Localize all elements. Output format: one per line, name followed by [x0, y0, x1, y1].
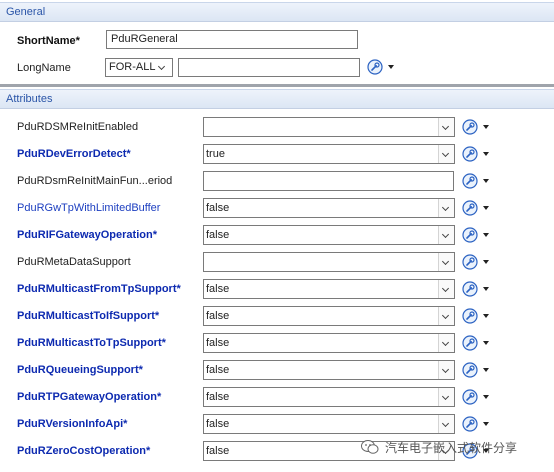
wrench-icon[interactable]	[462, 335, 478, 351]
wrench-icon[interactable]	[462, 146, 478, 162]
section-divider	[0, 84, 554, 87]
attribute-label: PduRGwTpWithLimitedBuffer	[17, 202, 161, 214]
attribute-value: false	[206, 283, 230, 295]
general-section-header: General	[0, 2, 554, 22]
attribute-select[interactable]: false	[203, 198, 455, 218]
attribute-value: false	[206, 337, 230, 349]
chevron-down-icon[interactable]	[438, 253, 454, 271]
attribute-select[interactable]	[203, 252, 455, 272]
caret-down-icon[interactable]	[483, 395, 489, 399]
caret-down-icon[interactable]	[483, 341, 489, 345]
attribute-label: PduRVersionInfoApi*	[17, 418, 128, 430]
caret-down-icon[interactable]	[483, 206, 489, 210]
caret-down-icon[interactable]	[388, 65, 394, 69]
chevron-down-icon[interactable]	[156, 59, 170, 76]
attribute-value: false	[206, 364, 230, 376]
wrench-icon[interactable]	[462, 254, 478, 270]
caret-down-icon[interactable]	[483, 314, 489, 318]
shortname-label: ShortName*	[17, 35, 80, 47]
attribute-value: false	[206, 445, 230, 457]
caret-down-icon[interactable]	[483, 233, 489, 237]
chat-bubble-icon	[361, 440, 379, 454]
chevron-down-icon[interactable]	[438, 361, 454, 379]
chevron-down-icon[interactable]	[438, 226, 454, 244]
attribute-value: false	[206, 229, 230, 241]
wrench-icon[interactable]	[367, 59, 383, 75]
wrench-icon[interactable]	[462, 119, 478, 135]
caret-down-icon[interactable]	[483, 368, 489, 372]
longname-language-value: FOR-ALL	[109, 61, 156, 73]
attribute-label: PduRDevErrorDetect*	[17, 148, 131, 160]
general-section-title: General	[6, 6, 46, 18]
wrench-icon[interactable]	[462, 227, 478, 243]
attribute-value: true	[206, 148, 225, 160]
wrench-icon[interactable]	[462, 362, 478, 378]
wrench-icon[interactable]	[462, 308, 478, 324]
chevron-down-icon[interactable]	[438, 307, 454, 325]
wrench-icon[interactable]	[462, 281, 478, 297]
chevron-down-icon[interactable]	[438, 145, 454, 163]
attribute-label: PduRMulticastToTpSupport*	[17, 337, 166, 349]
attribute-label: PduRQueueingSupport*	[17, 364, 143, 376]
attribute-label: PduRDSMReInitEnabled	[17, 121, 139, 133]
attribute-select[interactable]	[203, 117, 455, 137]
attribute-select[interactable]: false	[203, 225, 455, 245]
attribute-label: PduRMulticastToIfSupport*	[17, 310, 160, 322]
caret-down-icon[interactable]	[483, 125, 489, 129]
attribute-value: false	[206, 202, 230, 214]
caret-down-icon[interactable]	[483, 260, 489, 264]
wrench-icon[interactable]	[462, 416, 478, 432]
caret-down-icon[interactable]	[483, 422, 489, 426]
attributes-section-header: Attributes	[0, 89, 554, 109]
attribute-label: PduRMetaDataSupport	[17, 256, 131, 268]
shortname-input[interactable]: PduRGeneral	[106, 30, 358, 49]
wrench-icon[interactable]	[462, 389, 478, 405]
attribute-select[interactable]: false	[203, 279, 455, 299]
longname-input[interactable]	[178, 58, 360, 77]
attribute-value: false	[206, 418, 230, 430]
attribute-select[interactable]: false	[203, 414, 455, 434]
attribute-value: false	[206, 391, 230, 403]
chevron-down-icon[interactable]	[438, 415, 454, 433]
caret-down-icon[interactable]	[483, 152, 489, 156]
wrench-icon[interactable]	[462, 200, 478, 216]
attribute-label: PduRDsmReInitMainFun...eriod	[17, 175, 173, 187]
longname-language-select[interactable]: FOR-ALL	[105, 58, 173, 77]
watermark-text: 汽车电子嵌入式软件分享	[385, 441, 518, 455]
attribute-input[interactable]	[203, 171, 454, 191]
attribute-select[interactable]: false	[203, 333, 455, 353]
longname-label: LongName	[17, 62, 71, 74]
chevron-down-icon[interactable]	[438, 118, 454, 136]
attribute-label: PduRIFGatewayOperation*	[17, 229, 157, 241]
wrench-icon[interactable]	[462, 173, 478, 189]
attribute-value: false	[206, 310, 230, 322]
attribute-label: PduRZeroCostOperation*	[17, 445, 151, 457]
attribute-select[interactable]: false	[203, 360, 455, 380]
chevron-down-icon[interactable]	[438, 280, 454, 298]
caret-down-icon[interactable]	[483, 179, 489, 183]
caret-down-icon[interactable]	[483, 287, 489, 291]
attributes-section-title: Attributes	[6, 93, 53, 105]
chevron-down-icon[interactable]	[438, 199, 454, 217]
attribute-select[interactable]: false	[203, 387, 455, 407]
attribute-label: PduRTPGatewayOperation*	[17, 391, 162, 403]
chevron-down-icon[interactable]	[438, 334, 454, 352]
attribute-select[interactable]: true	[203, 144, 455, 164]
attribute-label: PduRMulticastFromTpSupport*	[17, 283, 181, 295]
chevron-down-icon[interactable]	[438, 388, 454, 406]
attribute-select[interactable]: false	[203, 306, 455, 326]
